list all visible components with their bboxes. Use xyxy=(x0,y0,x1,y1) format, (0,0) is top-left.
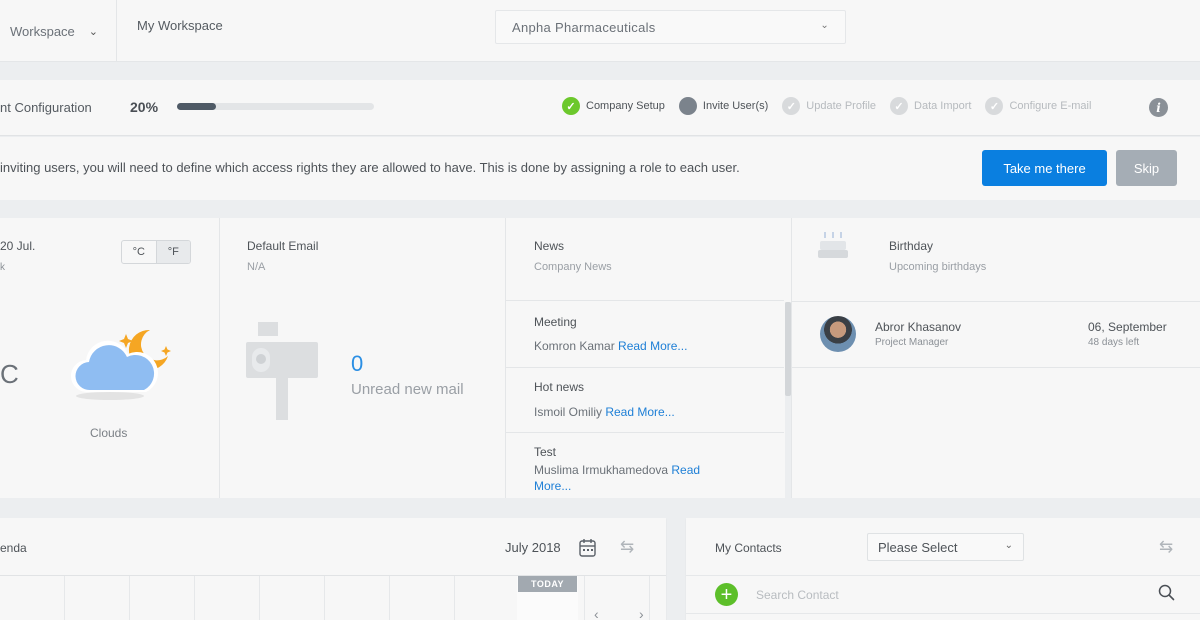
temperature-unit-toggle[interactable]: °C °F xyxy=(121,240,191,264)
cloud-moon-icon xyxy=(68,322,173,407)
fahrenheit-option[interactable]: °F xyxy=(155,241,190,263)
read-more-link[interactable]: Read More... xyxy=(618,339,687,353)
weather-condition: Clouds xyxy=(90,426,128,440)
configuration-percent: 20% xyxy=(130,99,159,115)
configuration-progress-bar xyxy=(177,103,374,110)
list-item[interactable]: Hot news Ismoil Omiliy Read More... xyxy=(506,367,784,432)
chevron-left-icon[interactable]: ‹ xyxy=(594,606,599,620)
list-item[interactable]: Test Muslima Irmukhamedova Read More... xyxy=(506,432,784,498)
check-icon: ✓ xyxy=(782,97,801,115)
news-byline: Muslima Irmukhamedova Read More... xyxy=(534,462,734,494)
step-update-profile[interactable]: ✓ Update Profile xyxy=(782,97,876,115)
divider xyxy=(792,367,1200,368)
birthday-days-left: 48 days left xyxy=(1088,337,1140,348)
workspace-dropdown-label: Workspace xyxy=(10,23,75,39)
birthday-widget-title: Birthday xyxy=(889,239,934,253)
birthday-cake-icon xyxy=(818,232,848,265)
step-label: Update Profile xyxy=(806,100,877,112)
news-byline: Ismoil Omiliy Read More... xyxy=(534,404,675,420)
agenda-title: enda xyxy=(0,541,27,555)
divider xyxy=(506,300,784,301)
weather-date: 20 Jul. xyxy=(0,239,36,253)
birthday-date: 06, September xyxy=(1088,320,1167,334)
workspace-dropdown[interactable]: Workspace ⌄ xyxy=(0,0,117,62)
divider xyxy=(791,218,792,498)
divider xyxy=(686,575,1200,576)
birthday-person-role: Project Manager xyxy=(875,337,949,348)
divider xyxy=(686,613,1200,614)
step-label: Invite User(s) xyxy=(702,100,769,112)
info-icon[interactable]: i xyxy=(1149,98,1168,117)
news-title: Meeting xyxy=(534,315,577,329)
contacts-filter-value: Please Select xyxy=(878,539,958,555)
news-author: Muslima Irmukhamedova xyxy=(534,463,669,477)
chevron-right-icon[interactable]: › xyxy=(639,606,644,620)
contacts-filter-select[interactable]: Please Select ⌄ xyxy=(867,533,1024,561)
agenda-month: July 2018 xyxy=(505,540,561,555)
check-icon: ✓ xyxy=(562,97,580,115)
company-select[interactable]: Anpha Pharmaceuticals ⌄ xyxy=(495,10,846,44)
news-title: Hot news xyxy=(534,380,585,394)
refresh-icon[interactable]: ⇆ xyxy=(1159,537,1173,557)
email-address: N/A xyxy=(247,261,266,273)
check-icon: ✓ xyxy=(890,97,909,115)
mailbox-icon xyxy=(246,322,320,427)
weather-location: k xyxy=(0,262,5,273)
divider xyxy=(219,218,220,498)
birthday-widget-subtitle: Upcoming birthdays xyxy=(889,261,987,273)
step-invite-users[interactable]: Invite User(s) xyxy=(678,97,769,115)
today-label: TODAY xyxy=(518,576,577,592)
birthday-person-name[interactable]: Abror Khasanov xyxy=(875,320,961,334)
onboarding-message: inviting users, you will need to define … xyxy=(0,160,740,175)
setup-steps: ✓ Company Setup Invite User(s) ✓ Update … xyxy=(562,97,1105,115)
step-label: Configure E-mail xyxy=(1009,100,1092,112)
step-data-import[interactable]: ✓ Data Import xyxy=(890,97,971,115)
step-label: Company Setup xyxy=(586,100,665,112)
company-select-value: Anpha Pharmaceuticals xyxy=(512,19,656,35)
temperature-value: C xyxy=(0,359,19,389)
news-widget-title: News xyxy=(534,239,565,253)
status-dot-icon xyxy=(678,97,697,115)
check-icon: ✓ xyxy=(985,97,1004,115)
list-item[interactable]: Meeting Komron Kamar Read More... xyxy=(506,302,784,367)
configuration-bar: nt Configuration 20% ✓ Company Setup Inv… xyxy=(0,80,1200,136)
chevron-down-icon: ⌄ xyxy=(820,20,829,31)
chevron-down-icon: ⌄ xyxy=(88,25,99,38)
search-icon[interactable] xyxy=(1158,584,1175,606)
my-workspace-link[interactable]: My Workspace xyxy=(137,18,223,33)
news-scrollbar-thumb[interactable] xyxy=(785,302,791,396)
email-widget-title: Default Email xyxy=(247,239,319,253)
add-contact-button[interactable]: + xyxy=(715,583,738,606)
news-author: Komron Kamar xyxy=(534,339,615,353)
news-byline: Komron Kamar Read More... xyxy=(534,338,687,354)
news-widget-subtitle: Company News xyxy=(534,261,612,273)
configuration-title: nt Configuration xyxy=(0,100,92,115)
chevron-down-icon: ⌄ xyxy=(1004,540,1013,551)
step-configure-email[interactable]: ✓ Configure E-mail xyxy=(985,97,1091,115)
contacts-title: My Contacts xyxy=(715,541,782,555)
read-more-link[interactable]: Read More... xyxy=(605,405,674,419)
skip-button[interactable]: Skip xyxy=(1116,150,1177,186)
divider xyxy=(792,301,1200,302)
take-me-there-button[interactable]: Take me there xyxy=(982,150,1107,186)
step-label: Data Import xyxy=(914,100,972,112)
news-author: Ismoil Omiliy xyxy=(534,405,602,419)
step-company-setup[interactable]: ✓ Company Setup xyxy=(562,97,665,115)
calendar-icon[interactable] xyxy=(579,538,596,562)
celsius-option[interactable]: °C xyxy=(122,241,156,263)
news-title: Test xyxy=(534,445,557,459)
search-contact-input[interactable] xyxy=(756,584,1136,606)
configuration-progress-fill xyxy=(177,103,217,110)
unread-mail-count[interactable]: 0 xyxy=(351,351,363,377)
unread-mail-label: Unread new mail xyxy=(351,381,464,398)
refresh-icon[interactable]: ⇆ xyxy=(620,537,634,557)
avatar[interactable] xyxy=(820,316,856,352)
